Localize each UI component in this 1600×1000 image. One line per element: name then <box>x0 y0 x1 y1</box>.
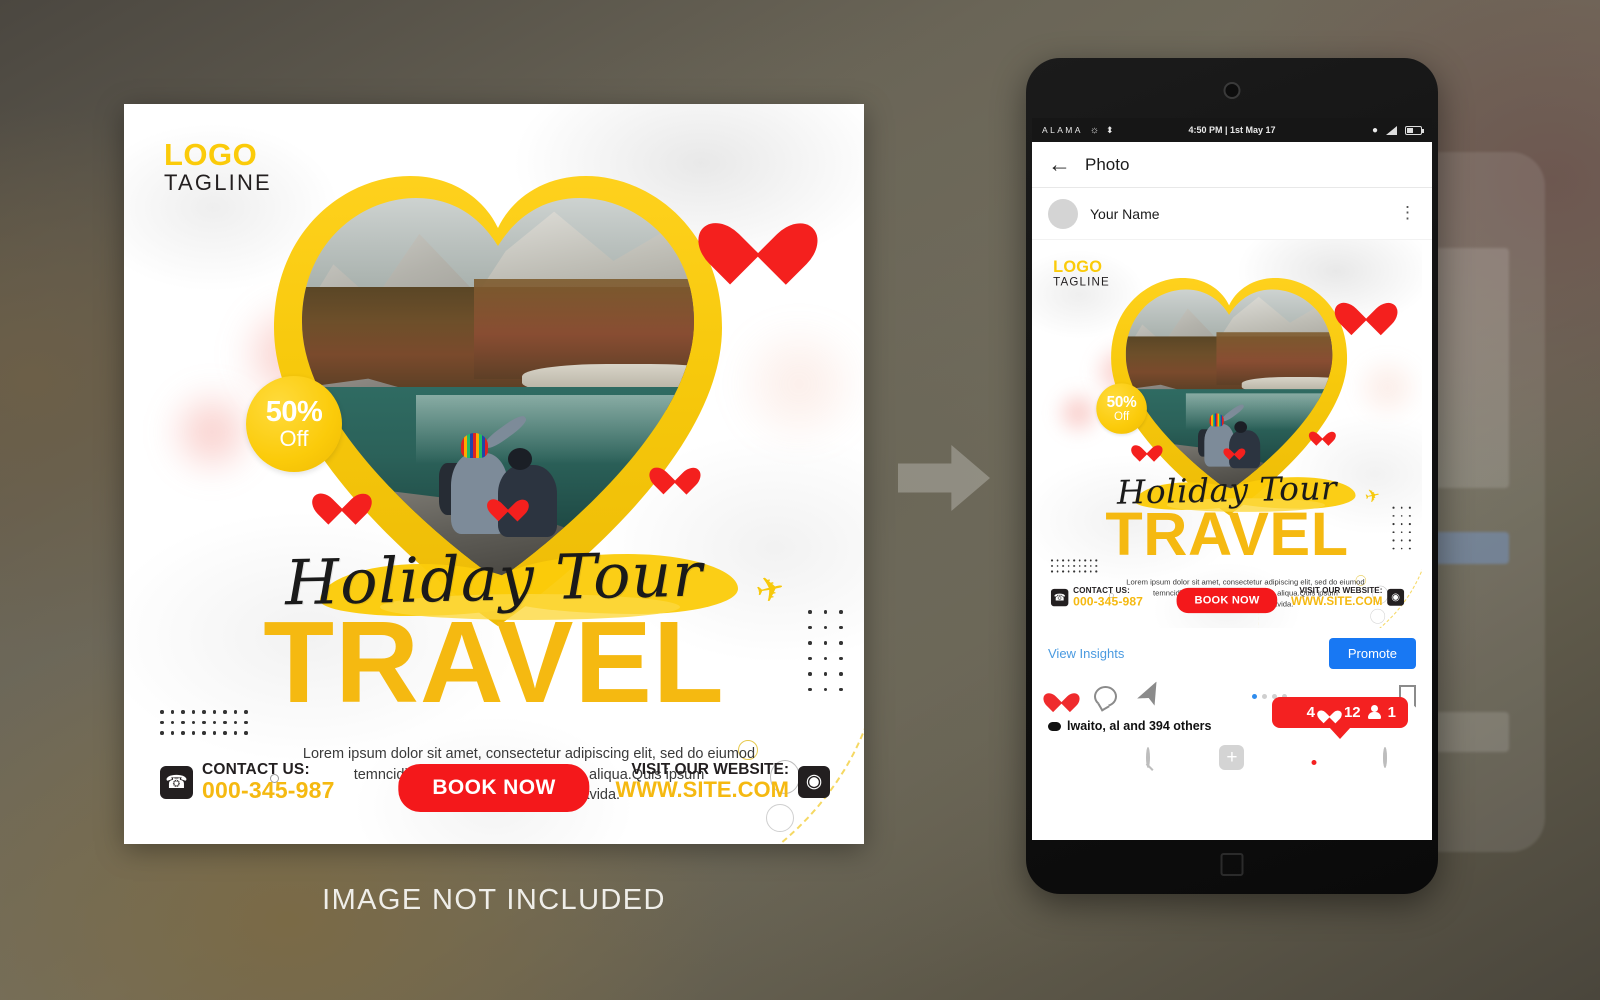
discount-percent: 50% <box>1106 393 1137 411</box>
app-bar: ← Photo <box>1032 142 1432 188</box>
image-not-included-caption: IMAGE NOT INCLUDED <box>322 884 666 916</box>
liker-avatar-icon <box>1048 721 1061 731</box>
like-heart-icon[interactable] <box>1048 683 1074 709</box>
heart-icon <box>494 490 522 516</box>
share-send-icon[interactable] <box>1136 683 1162 709</box>
logo-tagline-text: TAGLINE <box>164 170 272 195</box>
globe-icon: ◉ <box>798 765 830 798</box>
bluetooth-icon: ⬍ <box>1106 124 1114 135</box>
poster-main-title: TRAVEL <box>1105 499 1349 569</box>
poster-main-title: TRAVEL <box>263 597 725 727</box>
carrier-label: ALAMA <box>1042 125 1083 135</box>
comment-icon[interactable] <box>1092 683 1118 709</box>
wifi-icon: ☼ <box>1089 124 1099 136</box>
book-now-button[interactable]: BOOK NOW <box>1176 587 1278 614</box>
poster-card: LOGO TAGLINE 50% Off Holiday Tour TRAVEL… <box>124 104 864 844</box>
watercolor-blush <box>164 384 260 480</box>
contact-block: ☎ CONTACT US: 000-345-987 <box>160 761 335 804</box>
discount-off-label: Off <box>1113 409 1130 423</box>
circle-decoration <box>766 804 794 832</box>
status-time: 4:50 PM | 1st May 17 <box>1188 125 1276 135</box>
logo: LOGO TAGLINE <box>164 139 272 194</box>
discount-off-label: Off <box>279 426 309 451</box>
website-url: WWW.SITE.COM <box>1291 594 1383 608</box>
post-action-row: View Insights Promote <box>1032 628 1432 669</box>
logo-tagline-text: TAGLINE <box>1053 274 1110 288</box>
likes-text: lwaito, al and 394 others <box>1067 719 1212 733</box>
heart-icon <box>718 196 798 270</box>
battery-icon <box>1405 125 1424 135</box>
heart-icon <box>658 456 692 488</box>
follower-count-icon <box>1367 705 1382 720</box>
website-block: VISIT OUR WEBSITE: WWW.SITE.COM ◉ <box>615 761 830 803</box>
heart-icon <box>322 480 362 517</box>
contact-number: 000-345-987 <box>1073 594 1144 609</box>
post-icon-row: 4 12 1 <box>1032 669 1432 728</box>
phone-icon: ☎ <box>160 765 193 799</box>
alarm-icon: ● <box>1371 124 1378 136</box>
discount-percent: 50% <box>265 396 323 428</box>
like-count: 12 <box>1343 704 1361 721</box>
website-url: WWW.SITE.COM <box>615 777 789 803</box>
contact-number: 000-345-987 <box>202 777 335 804</box>
watercolor-blush <box>724 324 864 444</box>
tab-search[interactable] <box>1146 746 1151 768</box>
poster-script-title: Holiday Tour <box>1116 468 1338 512</box>
promote-button[interactable]: Promote <box>1328 638 1416 669</box>
avatar[interactable] <box>1048 198 1078 229</box>
phone-mockup: ALAMA ☼ ⬍ 4:50 PM | 1st May 17 ● ← Photo… <box>1026 58 1438 894</box>
like-count-icon <box>1321 705 1338 720</box>
follower-count: 1 <box>1387 704 1396 721</box>
post-image[interactable]: LOGO TAGLINE 50% Off Holiday Tour TRAVEL… <box>1032 240 1432 628</box>
post-header: Your Name ⋮ <box>1032 188 1432 240</box>
tab-add-post[interactable]: + <box>1219 745 1245 770</box>
logo-main-text: LOGO <box>164 137 258 172</box>
status-bar: ALAMA ☼ ⬍ 4:50 PM | 1st May 17 ● <box>1032 118 1432 142</box>
contact-label: CONTACT US: <box>202 761 310 778</box>
username-label: Your Name <box>1090 205 1160 222</box>
view-insights-link[interactable]: View Insights <box>1048 646 1124 661</box>
bottom-tab-bar: + <box>1032 737 1432 780</box>
back-arrow-icon[interactable]: ← <box>1048 153 1071 176</box>
discount-badge: 50% Off <box>246 376 342 472</box>
comment-count-icon <box>1284 705 1301 720</box>
website-label: VISIT OUR WEBSITE: <box>631 761 789 778</box>
right-arrow-icon <box>898 445 990 511</box>
tab-profile[interactable] <box>1383 746 1388 768</box>
logo-main-text: LOGO <box>1053 257 1103 276</box>
kebab-menu-icon[interactable]: ⋮ <box>1399 204 1416 221</box>
phone-screen: ALAMA ☼ ⬍ 4:50 PM | 1st May 17 ● ← Photo… <box>1032 118 1432 840</box>
signal-icon <box>1386 125 1397 135</box>
comment-count: 4 <box>1306 704 1315 721</box>
book-now-button[interactable]: BOOK NOW <box>398 764 590 812</box>
home-button-icon[interactable] <box>1220 853 1244 876</box>
page-title: Photo <box>1085 154 1130 174</box>
poster-script-title: Holiday Tour <box>284 537 704 620</box>
front-camera-icon <box>1223 82 1241 99</box>
poster-footer: ☎ CONTACT US: 000-345-987 BOOK NOW VISIT… <box>124 761 864 812</box>
notification-badge: 4 12 1 <box>1271 697 1408 728</box>
